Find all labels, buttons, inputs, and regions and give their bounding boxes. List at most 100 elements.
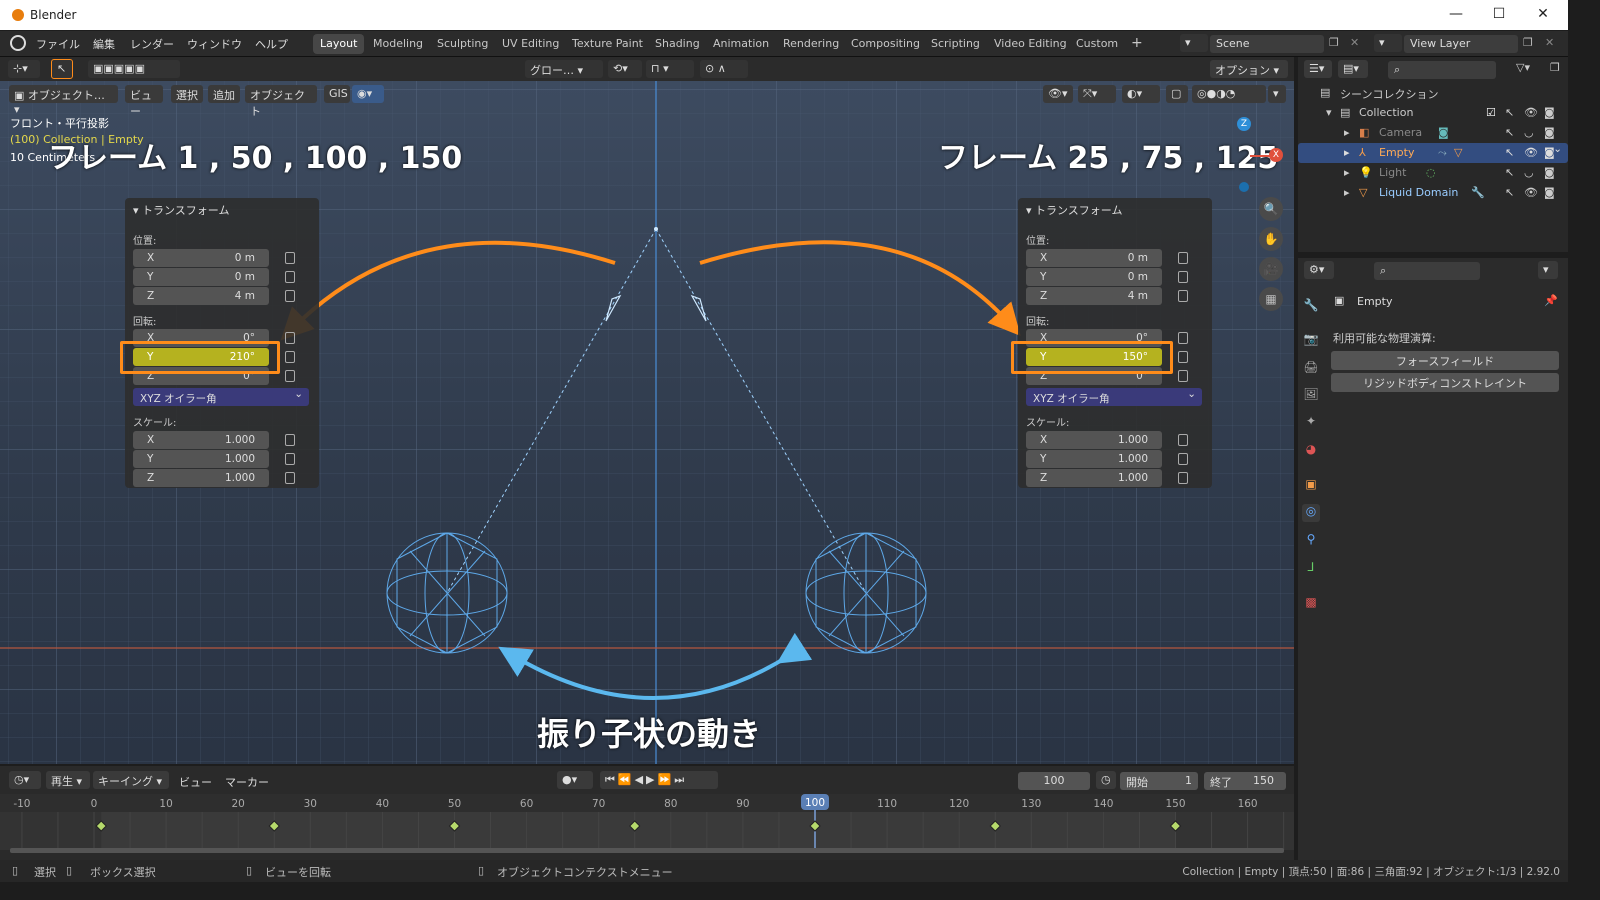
display-mode-icon[interactable]: ▤▾ (1338, 60, 1368, 78)
editor-type-icon[interactable]: ⊹▾ (8, 60, 40, 78)
scale-x-field[interactable]: X 1.000 (1026, 431, 1162, 449)
eye-icon[interactable]: 👁 (1524, 106, 1538, 119)
location-y-field[interactable]: Y 0 m (1026, 268, 1162, 286)
transform-orientation-dropdown[interactable]: グロー… ▾ (525, 60, 603, 78)
new-view-layer-icon[interactable]: ❐ (1523, 36, 1533, 49)
current-frame-field[interactable]: 100 (1018, 772, 1090, 790)
location-x-field[interactable]: X 0 m (1026, 249, 1162, 267)
tab-sculpting[interactable]: Sculpting (430, 34, 495, 54)
playback-menu[interactable]: 再生 ▾ (46, 771, 90, 789)
lock-icon[interactable] (1178, 472, 1188, 484)
new-collection-icon[interactable]: ❐ (1550, 61, 1560, 74)
shading-mode-icons[interactable]: ◎●◑◔ (1192, 85, 1266, 103)
visibility-icon[interactable]: 👁▾ (1043, 85, 1073, 103)
properties-search-input[interactable]: ⌕ (1374, 262, 1480, 280)
lock-icon[interactable] (285, 332, 295, 344)
tab-texture-paint[interactable]: Texture Paint (565, 34, 650, 54)
outliner-item-camera[interactable]: ▸ ◧ Camera ◙ ↖ ◡ ◙ (1298, 123, 1568, 143)
delete-scene-icon[interactable]: ✕ (1350, 36, 1359, 49)
timeline-marker-menu[interactable]: マーカー (225, 774, 269, 790)
expand-arrow-icon[interactable]: ▸ (1344, 146, 1350, 159)
select-mode-buttons[interactable]: ▣▣▣▣▣ (88, 60, 180, 78)
tab-layout[interactable]: Layout (313, 34, 365, 54)
lock-icon[interactable] (285, 434, 295, 446)
tab-compositing[interactable]: Compositing (844, 34, 927, 54)
location-z-field[interactable]: Z 4 m (133, 287, 269, 305)
tool-tab-icon[interactable]: 🔧 (1302, 298, 1320, 316)
menu-edit[interactable]: 編集 (93, 36, 115, 52)
select-toggle-icon[interactable]: ↖ (1505, 166, 1514, 179)
gizmo-neg-z-axis[interactable] (1239, 182, 1249, 192)
render-camera-icon[interactable]: ◙ (1544, 106, 1555, 119)
pivot-point-icon[interactable]: ⟲▾ (608, 60, 642, 78)
lock-icon[interactable] (285, 290, 295, 302)
render-camera-icon[interactable]: ◙ (1544, 126, 1555, 139)
lock-icon[interactable] (1178, 252, 1188, 264)
end-frame-field[interactable]: 終了 150 (1204, 772, 1286, 790)
outliner-item-empty[interactable]: ▸ ⅄ Empty ⤳ ▽ ↖ 👁 ◙ (1298, 143, 1568, 163)
tab-uv-editing[interactable]: UV Editing (495, 34, 566, 54)
scene-name-field[interactable]: Scene (1210, 35, 1324, 53)
tab-scripting[interactable]: Scripting (924, 34, 987, 54)
outliner-collection[interactable]: ▾ ▤ Collection ☑ ↖ 👁 ◙ (1298, 103, 1568, 123)
select-tool-icon[interactable]: ↖ (51, 59, 73, 79)
texture-tab-icon[interactable]: ▩ (1302, 595, 1320, 613)
tab-video-editing[interactable]: Video Editing (987, 34, 1074, 54)
menu-select[interactable]: 選択 (171, 85, 203, 103)
timeline-scrollbar[interactable] (10, 848, 1284, 853)
scale-z-field[interactable]: Z 1.000 (133, 469, 269, 487)
outliner-search-input[interactable]: ⌕ (1388, 61, 1496, 79)
minimize-button[interactable]: — (1446, 6, 1466, 22)
lock-icon[interactable] (285, 351, 295, 363)
lock-icon[interactable] (1178, 332, 1188, 344)
3d-viewport[interactable]: ▣ オブジェクト… ▾ ビュー 選択 追加 オブジェクト GIS ◉▾ 👁▾ ⤧… (0, 81, 1294, 764)
location-x-field[interactable]: X 0 m (133, 249, 269, 267)
menu-file[interactable]: ファイル (36, 36, 80, 52)
lock-icon[interactable] (1178, 370, 1188, 382)
panel-header[interactable]: ▾ トランスフォーム (133, 202, 229, 218)
render-camera-icon[interactable]: ◙ (1544, 146, 1555, 159)
snap-icon[interactable]: ⊓ ▾ (646, 60, 694, 78)
select-toggle-icon[interactable]: ↖ (1505, 126, 1514, 139)
scale-y-field[interactable]: Y 1.000 (133, 450, 269, 468)
force-field-button[interactable]: フォースフィールド (1331, 351, 1559, 370)
mode-dropdown[interactable]: ▣ オブジェクト… ▾ (9, 85, 118, 116)
blender-menu-icon[interactable] (10, 35, 26, 51)
view-layer-tab-icon[interactable]: 🖼 (1302, 387, 1320, 405)
timeline-view-menu[interactable]: ビュー (179, 774, 212, 790)
object-tab-icon[interactable]: ▣ (1302, 477, 1320, 495)
lock-icon[interactable] (1178, 351, 1188, 363)
rotation-mode-dropdown[interactable]: XYZ オイラー角 (133, 388, 309, 406)
camera-view-icon[interactable]: 🎥 (1259, 257, 1283, 281)
world-tab-icon[interactable]: ◕ (1302, 442, 1320, 460)
ortho-toggle-icon[interactable]: ▦ (1259, 287, 1283, 311)
add-workspace-button[interactable]: + (1124, 32, 1150, 52)
select-toggle-icon[interactable]: ↖ (1505, 186, 1514, 199)
proportional-edit-icon[interactable]: ⊙ ∧ (700, 60, 748, 78)
select-toggle-icon[interactable]: ↖ (1505, 146, 1514, 159)
menu-gis[interactable]: GIS (324, 85, 350, 103)
lock-icon[interactable] (1178, 290, 1188, 302)
properties-type-icon[interactable]: ⚙▾ (1304, 261, 1334, 279)
outliner-item-liquid-domain[interactable]: ▸ ▽ Liquid Domain 🔧 ↖ 👁 ◙ (1298, 183, 1568, 203)
constraints-tab-icon[interactable]: ⚲ (1302, 532, 1320, 550)
menu-render[interactable]: レンダー (130, 36, 174, 52)
keying-menu[interactable]: キーイング ▾ (93, 771, 169, 789)
menu-help[interactable]: ヘルプ (255, 36, 288, 52)
start-frame-field[interactable]: 開始 1 (1120, 772, 1198, 790)
preview-range-icon[interactable]: ◷ (1096, 771, 1116, 789)
scale-z-field[interactable]: Z 1.000 (1026, 469, 1162, 487)
gizmo-toggle-icon[interactable]: ⤧▾ (1078, 85, 1116, 103)
gizmo-x-axis[interactable]: X (1269, 148, 1283, 162)
menu-add[interactable]: 追加 (208, 85, 240, 103)
lock-icon[interactable] (1178, 271, 1188, 283)
close-button[interactable]: ✕ (1533, 6, 1553, 22)
options-dropdown[interactable]: オプション ▾ (1210, 60, 1288, 78)
lock-icon[interactable] (285, 252, 295, 264)
tab-shading[interactable]: Shading (648, 34, 707, 54)
record-toggle-icon[interactable]: ●▾ (557, 771, 593, 789)
output-tab-icon[interactable]: 🖨 (1302, 360, 1320, 378)
physics-tab-icon[interactable]: ◎ (1302, 504, 1320, 522)
eye-icon[interactable]: 👁 (1524, 186, 1538, 199)
render-camera-icon[interactable]: ◙ (1544, 166, 1555, 179)
